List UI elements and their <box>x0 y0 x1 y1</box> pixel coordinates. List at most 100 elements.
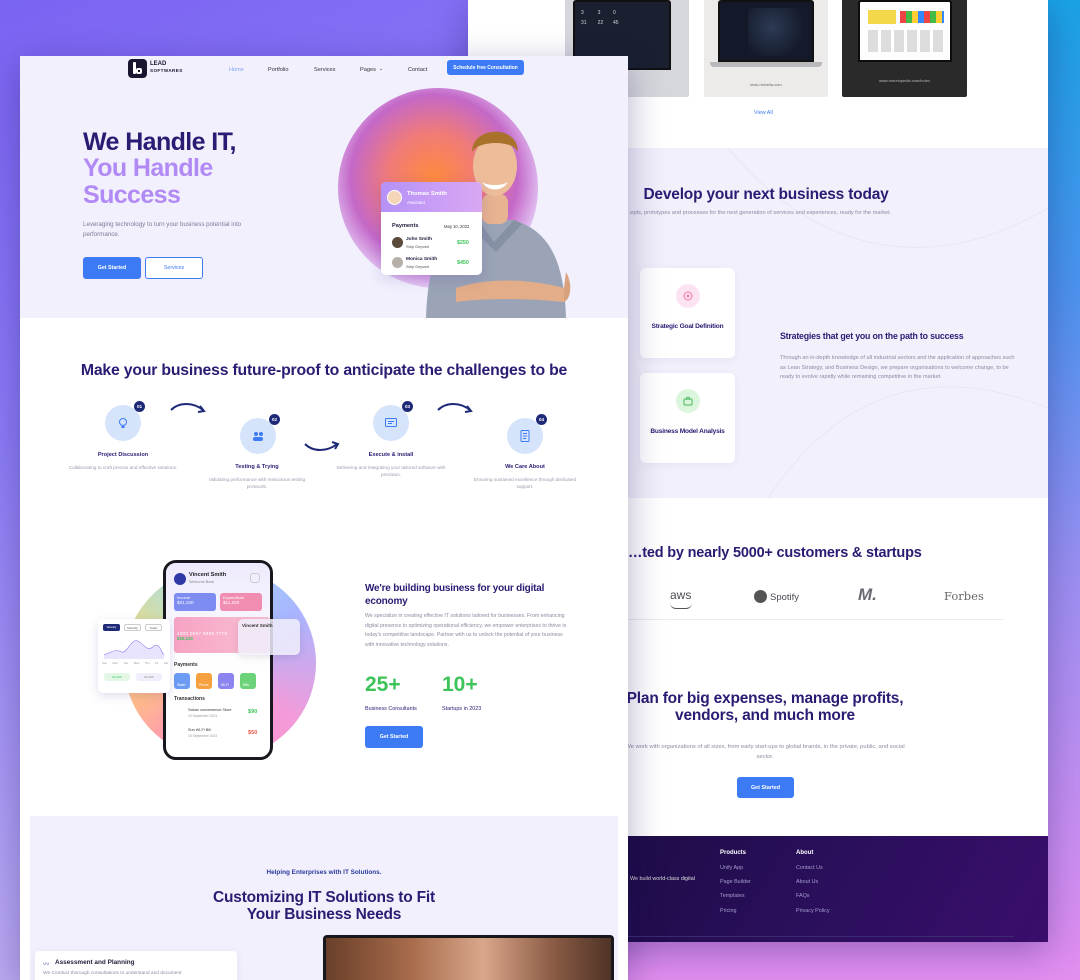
payment-row-sub: Strip Deposit <box>406 264 429 269</box>
strategy-text: Through an in-depth knowledge of all ind… <box>780 355 1015 380</box>
water-tile[interactable]: Water <box>174 673 190 689</box>
hero-get-started-button[interactable]: Get Started <box>83 257 141 279</box>
footer-link[interactable]: Page Builder <box>720 879 751 885</box>
monday-logo: M. <box>858 585 877 604</box>
footer-link[interactable]: FAQs <box>796 893 809 899</box>
bills-tile[interactable]: Bills <box>240 673 256 689</box>
nav-home[interactable]: Home <box>229 67 244 73</box>
stat-value: 10+ <box>442 673 478 696</box>
view-all-link[interactable]: View All <box>754 110 773 116</box>
avatar <box>174 573 186 585</box>
chart-day-label: Thu <box>144 661 150 665</box>
nav-pages[interactable]: Pages <box>360 67 376 73</box>
monitor-icon <box>385 418 397 427</box>
team-photo-frame <box>323 935 614 980</box>
schedule-consultation-button[interactable]: Schedule free Consultation <box>447 60 524 75</box>
footer-link[interactable]: Pricing <box>720 908 736 914</box>
step-1-icon: 01 <box>105 401 145 441</box>
chart-tab[interactable]: Yearly <box>145 624 162 631</box>
income-value: $21,220 <box>177 600 194 605</box>
process-title: Make your business future-proof to antic… <box>80 362 568 379</box>
step-title: Testing & Trying <box>235 464 279 470</box>
plan-title-line1: Plan for big expenses, manage profits, <box>626 690 904 707</box>
portfolio-shot-2[interactable]: kirsk.helvelia.com <box>704 0 828 97</box>
tx-amount: $90 <box>248 709 258 715</box>
hero-heading: We Handle IT, You Handle Success <box>83 129 236 208</box>
plan-get-started-button[interactable]: Get Started <box>737 777 794 798</box>
bell-icon[interactable] <box>250 573 260 583</box>
chevron-down-icon[interactable]: ⌄ <box>379 66 383 72</box>
spotify-logo: Spotify <box>770 592 800 603</box>
plan-text: We work with organizations of all sizes,… <box>625 744 905 760</box>
phone-tile[interactable]: Phone <box>196 673 212 689</box>
profile-role: Assistant <box>407 200 425 205</box>
customizing-title-line2: Your Business Needs <box>246 906 402 924</box>
economy-text: We specialize in creating effective IT s… <box>365 613 567 648</box>
line-chart <box>103 640 165 659</box>
strategy-title: Strategies that get you on the path to s… <box>780 331 964 341</box>
income-card: Income $21,220 <box>174 593 216 611</box>
step-title: Project Discussion <box>97 452 149 458</box>
profile-payment-card: Thomas Smith Assistant Payments May 10, … <box>381 182 482 275</box>
step-desc: Delivering and integrating your tailored… <box>336 465 446 478</box>
briefcase-icon <box>676 389 700 413</box>
footer-link[interactable]: Contact Us <box>796 865 823 871</box>
tx-title: Sun Wi-Fi Bill <box>188 728 211 732</box>
assessment-card[interactable]: 〰 Assessment and Planning We Conduct tho… <box>35 951 237 980</box>
step-number: 02 <box>269 414 280 425</box>
phone-user-name: Vincent Smith <box>189 572 227 578</box>
tx-date: 15 September 2023 <box>188 714 217 718</box>
step-arrow-icon <box>170 403 206 413</box>
trusted-title: …ted by nearly 5000+ customers & startup… <box>628 545 922 561</box>
strategic-goal-card[interactable]: Strategic Goal Definition <box>640 268 735 358</box>
customizing-section: Helping Enterprises with IT Solutions. C… <box>30 816 618 980</box>
footer-link[interactable]: Privacy Policy <box>796 908 830 914</box>
forbes-logo: Forbes <box>944 589 984 603</box>
payments-label: Payments <box>392 223 419 229</box>
expenditure-card: Expenditure $11,220 <box>220 593 262 611</box>
payment-row-sub: Strip Deposit <box>406 244 429 249</box>
card-title: Strategic Goal Definition <box>651 323 724 330</box>
step-desc: Collaborating to craft precise and effec… <box>68 465 178 470</box>
chart-line-icon: 〰 <box>43 961 50 968</box>
nav-portfolio[interactable]: Portfolio <box>268 67 289 73</box>
economy-get-started-button[interactable]: Get Started <box>365 726 423 748</box>
assessment-title: Assessment and Planning <box>55 959 135 966</box>
brand-subname: SOFTWARES <box>150 68 183 73</box>
hero-line2: You Handle <box>83 154 213 183</box>
chart-tab[interactable]: Monthly <box>124 624 141 631</box>
footer-divider <box>618 936 1014 937</box>
brand-logo-icon <box>128 59 147 78</box>
footer-link[interactable]: Templates <box>720 893 745 899</box>
brand-name: LEAD <box>150 61 167 67</box>
team-photo-image <box>326 938 611 980</box>
team-icon <box>253 432 263 441</box>
laptop-store-image <box>858 0 952 62</box>
chart-day-label: Mon <box>112 661 118 665</box>
card-title: Business Model Analysis <box>650 428 725 435</box>
profile-name: Thomas Smith <box>407 191 447 197</box>
footer-link[interactable]: About Us <box>796 879 818 885</box>
wifi-tile[interactable]: Wi-Fi <box>218 673 234 689</box>
nav-services[interactable]: Services <box>314 67 335 73</box>
stat-label: Startups in 2023 <box>442 706 482 712</box>
spotify-icon <box>754 590 767 603</box>
footer-link[interactable]: Unify App <box>720 865 743 871</box>
phone-greeting: Welcome Back <box>189 580 215 584</box>
step-number: 03 <box>402 401 413 412</box>
nav-contact[interactable]: Contact <box>408 67 427 73</box>
chart-day-label: Sun <box>102 661 107 665</box>
lightbulb-icon <box>119 418 127 428</box>
step-3-icon: 03 <box>373 401 413 441</box>
payments-date: May 10, 2022 <box>444 224 470 229</box>
business-model-card[interactable]: Business Model Analysis <box>640 373 735 463</box>
portfolio-shot-3[interactable]: www.morelopedia.com/index <box>842 0 967 97</box>
step-2-icon: 02 <box>240 414 280 454</box>
divider <box>618 619 1004 620</box>
floating-card-name: Vincent Smith <box>242 623 273 628</box>
hero-services-button[interactable]: Services <box>145 257 203 279</box>
tx-title: Saban convenience Store <box>188 708 232 712</box>
tx-date: 15 September 2023 <box>188 734 217 738</box>
step-4-icon: 04 <box>507 414 547 454</box>
chart-tab[interactable]: Weekly <box>103 624 120 631</box>
